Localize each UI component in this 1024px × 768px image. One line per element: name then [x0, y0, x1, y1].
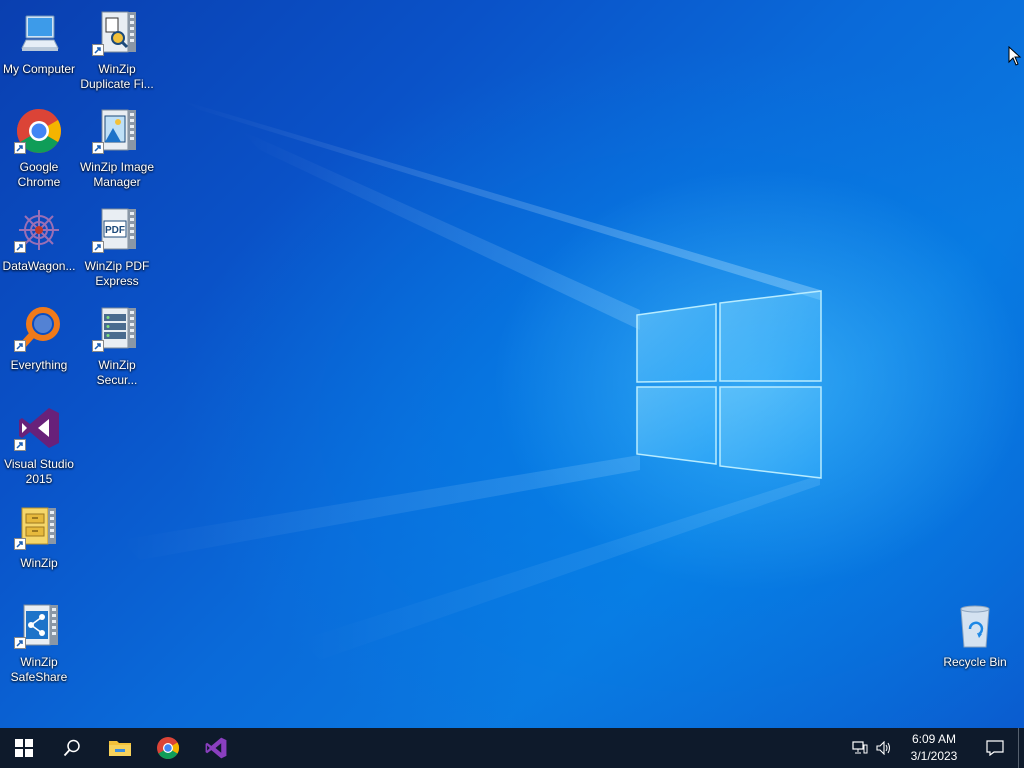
icon-label: DataWagon...	[2, 259, 76, 273]
windows-logo-icon	[636, 290, 822, 479]
winzip-duplicate-icon	[92, 8, 142, 58]
desktop-icon-visual-studio[interactable]: Visual Studio 2015	[0, 403, 78, 487]
file-explorer-icon	[109, 741, 131, 756]
network-button[interactable]	[848, 728, 872, 768]
desktop-icon-winzip-image-manager[interactable]: WinZip Image Manager	[78, 106, 156, 190]
volume-button[interactable]	[872, 728, 896, 768]
desktop: My Computer WinZip Duplicate Fi... Googl…	[0, 0, 1024, 728]
desktop-icon-recycle-bin[interactable]: Recycle Bin	[936, 601, 1014, 670]
icon-label: WinZip Duplicate Fi...	[80, 62, 154, 91]
taskbar: 6:09 AM 3/1/2023	[0, 728, 1024, 768]
winzip-icon	[14, 502, 64, 552]
shortcut-arrow-icon	[92, 44, 104, 56]
winzip-image-icon	[92, 106, 142, 156]
action-center-button[interactable]	[972, 728, 1018, 768]
visual-studio-icon	[205, 737, 227, 759]
desktop-icon-winzip-safeshare[interactable]: WinZip SafeShare	[0, 601, 78, 685]
shortcut-arrow-icon	[14, 439, 26, 451]
winzip-pdf-icon: PDF	[92, 205, 142, 255]
clock-time: 6:09 AM	[911, 732, 957, 746]
start-button[interactable]	[0, 728, 48, 768]
shortcut-arrow-icon	[14, 241, 26, 253]
icon-label: Everything	[10, 358, 68, 372]
shortcut-arrow-icon	[14, 142, 26, 154]
desktop-icon-winzip-pdf-express[interactable]: PDF WinZip PDF Express	[78, 205, 156, 289]
desktop-icon-winzip-duplicate[interactable]: WinZip Duplicate Fi...	[78, 8, 156, 92]
shortcut-arrow-icon	[92, 340, 104, 352]
desktop-icon-winzip[interactable]: WinZip	[0, 502, 78, 571]
datawagon-icon	[14, 205, 64, 255]
winzip-safeshare-icon	[14, 601, 64, 651]
search-button[interactable]	[48, 728, 96, 768]
desktop-icon-datawagon[interactable]: DataWagon...	[0, 205, 78, 274]
taskbar-clock[interactable]: 6:09 AM 3/1/2023	[896, 731, 972, 765]
desktop-icon-my-computer[interactable]: My Computer	[0, 8, 78, 77]
icon-label: Visual Studio 2015	[4, 457, 74, 486]
shortcut-arrow-icon	[14, 538, 26, 550]
system-tray: 6:09 AM 3/1/2023	[848, 728, 1024, 768]
icon-label: My Computer	[2, 62, 76, 76]
icon-label: WinZip Secur...	[96, 358, 138, 387]
everything-icon	[14, 304, 64, 354]
notification-icon	[986, 740, 1004, 756]
shortcut-arrow-icon	[14, 340, 26, 352]
icon-label: WinZip Image Manager	[79, 160, 155, 189]
desktop-icon-google-chrome[interactable]: Google Chrome	[0, 106, 78, 190]
icon-label: Recycle Bin	[943, 655, 1007, 669]
taskbar-file-explorer[interactable]	[96, 728, 144, 768]
icon-label: Google Chrome	[17, 160, 61, 189]
icon-label: WinZip SafeShare	[10, 655, 68, 684]
volume-icon	[876, 741, 890, 755]
visual-studio-icon	[14, 403, 64, 453]
start-icon	[15, 739, 33, 757]
chrome-icon	[157, 737, 179, 759]
search-icon	[63, 739, 80, 757]
shortcut-arrow-icon	[92, 142, 104, 154]
network-icon	[852, 741, 868, 754]
mouse-cursor-icon	[1008, 46, 1022, 66]
clock-date: 3/1/2023	[910, 749, 958, 763]
shortcut-arrow-icon	[92, 241, 104, 253]
taskbar-google-chrome[interactable]	[144, 728, 192, 768]
taskbar-visual-studio[interactable]	[192, 728, 240, 768]
desktop-icon-winzip-secure[interactable]: WinZip Secur...	[78, 304, 156, 388]
desktop-icon-everything[interactable]: Everything	[0, 304, 78, 373]
shortcut-arrow-icon	[14, 637, 26, 649]
pdf-badge: PDF	[105, 225, 125, 236]
recycle-bin-icon	[950, 601, 1000, 651]
chrome-icon	[14, 106, 64, 156]
computer-icon	[14, 8, 64, 58]
icon-label: WinZip	[20, 556, 58, 570]
show-desktop-button[interactable]	[1018, 728, 1024, 768]
icon-label: WinZip PDF Express	[84, 259, 150, 288]
winzip-secure-icon	[92, 304, 142, 354]
